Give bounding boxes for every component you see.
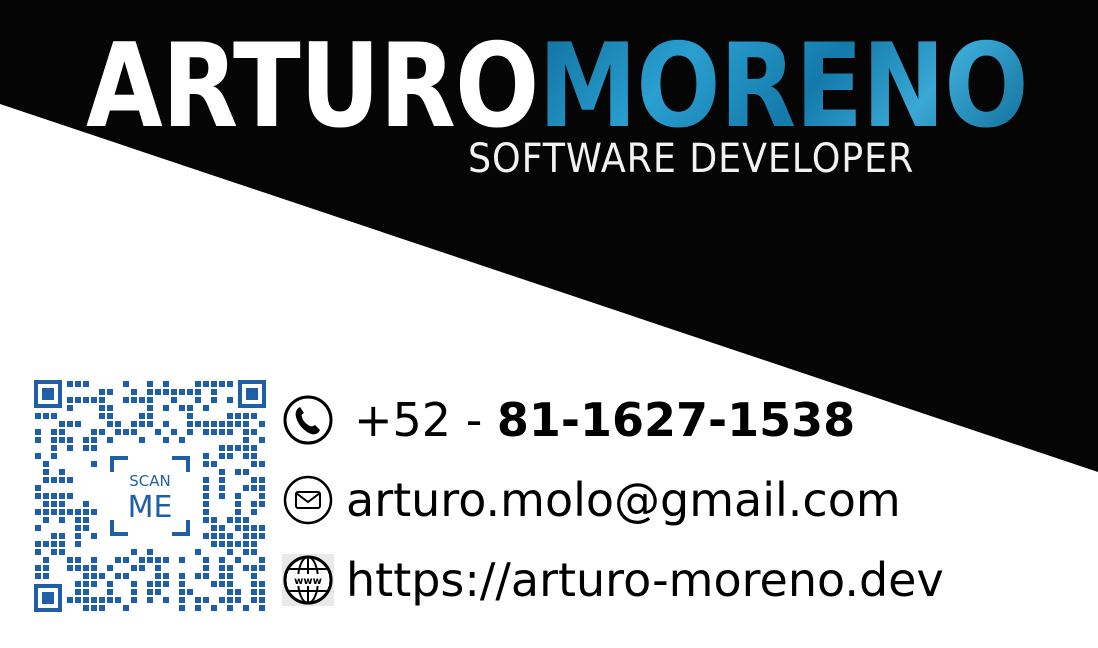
- globe-icon: www: [282, 554, 334, 606]
- business-card: ARTUROMORENO SOFTWARE DEVELOPER SCAN ME …: [0, 0, 1098, 648]
- phone-digits: 81-1627-1538: [496, 393, 856, 447]
- phone-number[interactable]: +52 - 81-1627-1538: [354, 393, 855, 447]
- www-label: www: [294, 576, 322, 587]
- website-url[interactable]: https://arturo-moreno.dev: [346, 553, 944, 607]
- scan-label: SCAN: [129, 472, 170, 490]
- name-heading: ARTUROMORENO: [86, 19, 1029, 154]
- phone-row[interactable]: +52 - 81-1627-1538: [282, 392, 855, 448]
- qr-code[interactable]: SCAN ME: [34, 380, 266, 612]
- email-row[interactable]: arturo.molo@gmail.com: [282, 472, 901, 528]
- email-address[interactable]: arturo.molo@gmail.com: [346, 473, 901, 527]
- phone-prefix: +52 -: [354, 393, 497, 447]
- email-icon: [282, 474, 334, 526]
- phone-icon: [282, 394, 334, 446]
- first-name: ARTURO: [86, 19, 539, 154]
- last-name: MORENO: [538, 19, 1028, 154]
- me-label: ME: [128, 490, 173, 525]
- website-row[interactable]: www https://arturo-moreno.dev: [282, 550, 944, 610]
- job-title: SOFTWARE DEVELOPER: [468, 136, 915, 182]
